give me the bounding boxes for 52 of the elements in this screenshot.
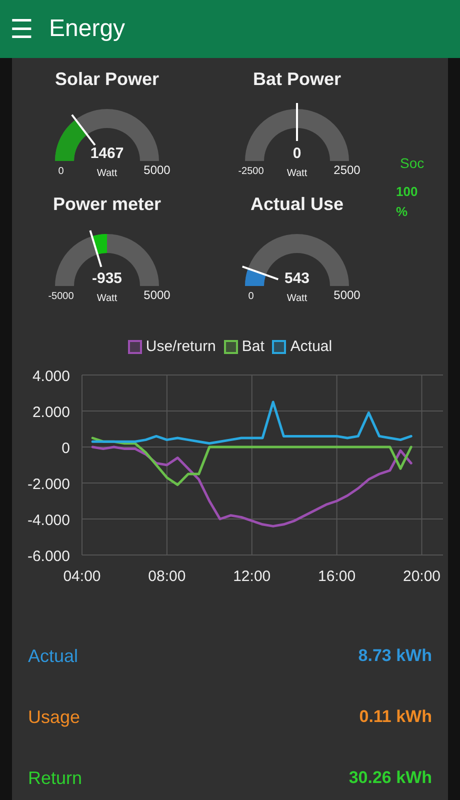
soc-unit: % (396, 202, 408, 220)
app-title: Energy (49, 14, 126, 44)
y-axis-label: -4.000 (27, 512, 70, 528)
gauge-min: -5000 (48, 291, 74, 302)
gauge-value: -935 (92, 270, 122, 287)
gauge-needle (89, 230, 102, 268)
gauge-max: 5000 (144, 163, 170, 177)
y-axis-label: -6.000 (27, 548, 70, 564)
gauge-unit: Watt (286, 293, 308, 304)
x-axis-label: 08:00 (148, 568, 186, 584)
total-label: Actual (28, 644, 78, 668)
soc-label: Soc (400, 154, 424, 173)
x-axis-label: 16:00 (318, 568, 356, 584)
gauge-max: 5000 (334, 288, 360, 302)
gauge-needle (71, 114, 96, 146)
legend-label: Use/return (146, 337, 216, 357)
legend-swatch (272, 340, 286, 354)
gauge-max: 2500 (334, 163, 360, 177)
y-axis-label: 4.000 (32, 368, 70, 384)
gauge-value: 1467 (90, 145, 124, 162)
legend-swatch (128, 340, 142, 354)
x-axis-label: 20:00 (403, 568, 441, 584)
legend-swatch (224, 340, 238, 354)
gauge-title: Solar Power (54, 68, 160, 91)
gauge-min: -2500 (238, 166, 264, 177)
total-label: Return (28, 766, 82, 790)
total-value: 30.26 kWh (348, 767, 432, 790)
menu-button[interactable]: ☰ (0, 16, 33, 42)
gauge-unit: Watt (96, 168, 118, 179)
gauge-needle (242, 266, 278, 280)
gauge-min: 0 (248, 291, 254, 302)
legend-label: Actual (290, 337, 332, 357)
gauge-min: 0 (58, 166, 64, 177)
gauge-title: Bat Power (252, 68, 342, 91)
gauge-max: 5000 (144, 288, 170, 302)
y-axis-label: 2.000 (32, 404, 70, 420)
total-value: 0.11 kWh (359, 706, 432, 728)
gauge-unit: Watt (286, 168, 308, 179)
y-axis-label: -2.000 (27, 476, 70, 492)
gauge-title: Power meter (52, 193, 162, 216)
gauge-title: Actual Use (250, 193, 344, 216)
legend-label: Bat (242, 337, 264, 357)
total-label: Usage (28, 706, 80, 729)
y-axis-label: 0 (62, 440, 70, 456)
gauge-value: 0 (292, 145, 302, 162)
x-axis-label: 04:00 (63, 568, 101, 584)
gauge-needle (296, 103, 298, 141)
x-axis-label: 12:00 (233, 568, 271, 584)
gauge-unit: Watt (96, 293, 118, 304)
soc-value: 100 (396, 183, 418, 201)
gauge-value: 543 (284, 270, 310, 287)
total-value: 8.73 kWh (358, 645, 432, 668)
